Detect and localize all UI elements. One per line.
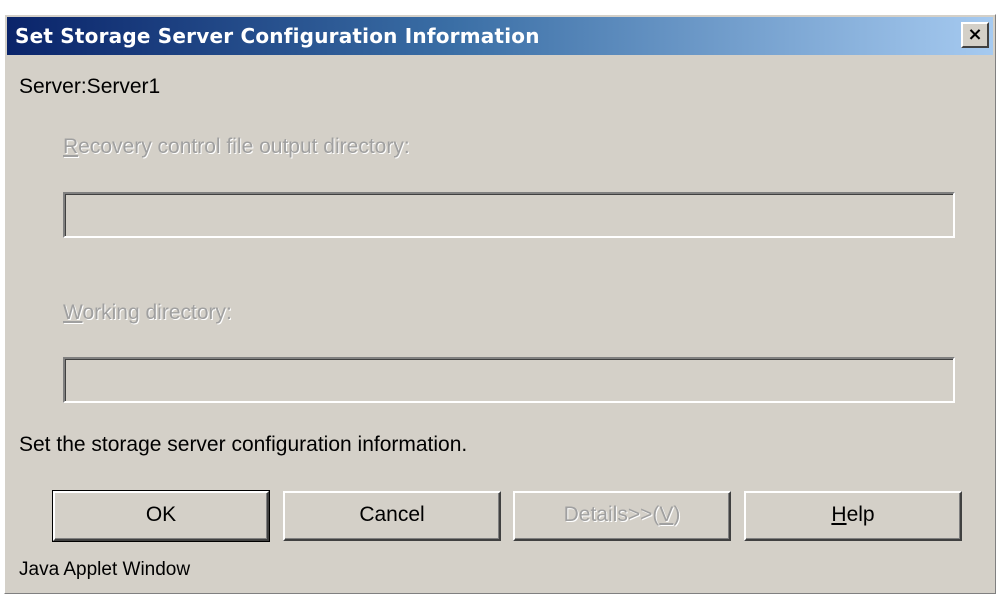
cancel-button-label: Cancel xyxy=(359,503,425,526)
help-button-mnemonic: H xyxy=(831,503,847,526)
details-button-prefix: Details>>( xyxy=(563,503,660,526)
applet-footer: Java Applet Window xyxy=(19,559,191,580)
working-dir-label-text: orking directory: xyxy=(82,301,232,324)
window-title: Set Storage Server Configuration Informa… xyxy=(15,24,540,48)
working-dir-input[interactable] xyxy=(63,357,955,403)
details-button-mnemonic: V xyxy=(659,503,674,526)
instruction-message: Set the storage server configuration inf… xyxy=(19,433,468,456)
close-button[interactable]: × xyxy=(961,22,989,48)
recovery-dir-label: Recovery control file output directory: xyxy=(63,135,410,159)
help-button-label: elp xyxy=(846,503,875,526)
working-dir-mnemonic: W xyxy=(63,301,83,324)
recovery-dir-mnemonic: R xyxy=(63,135,79,158)
recovery-dir-input[interactable] xyxy=(63,192,955,238)
server-label: Server:Server1 xyxy=(19,75,161,98)
dialog-window: Set Storage Server Configuration Informa… xyxy=(4,14,996,594)
details-button-suffix: ) xyxy=(673,503,681,526)
recovery-dir-label-text: ecovery control file output directory: xyxy=(78,135,410,158)
details-button[interactable]: Details>>(V) xyxy=(513,491,731,541)
ok-button-label: OK xyxy=(145,503,177,526)
help-button[interactable]: Help xyxy=(744,491,962,541)
ok-button[interactable]: OK xyxy=(52,490,270,542)
working-dir-label: Working directory: xyxy=(63,301,232,325)
cancel-button[interactable]: Cancel xyxy=(283,491,501,541)
close-icon: × xyxy=(967,24,983,45)
title-bar[interactable]: Set Storage Server Configuration Informa… xyxy=(7,17,993,55)
